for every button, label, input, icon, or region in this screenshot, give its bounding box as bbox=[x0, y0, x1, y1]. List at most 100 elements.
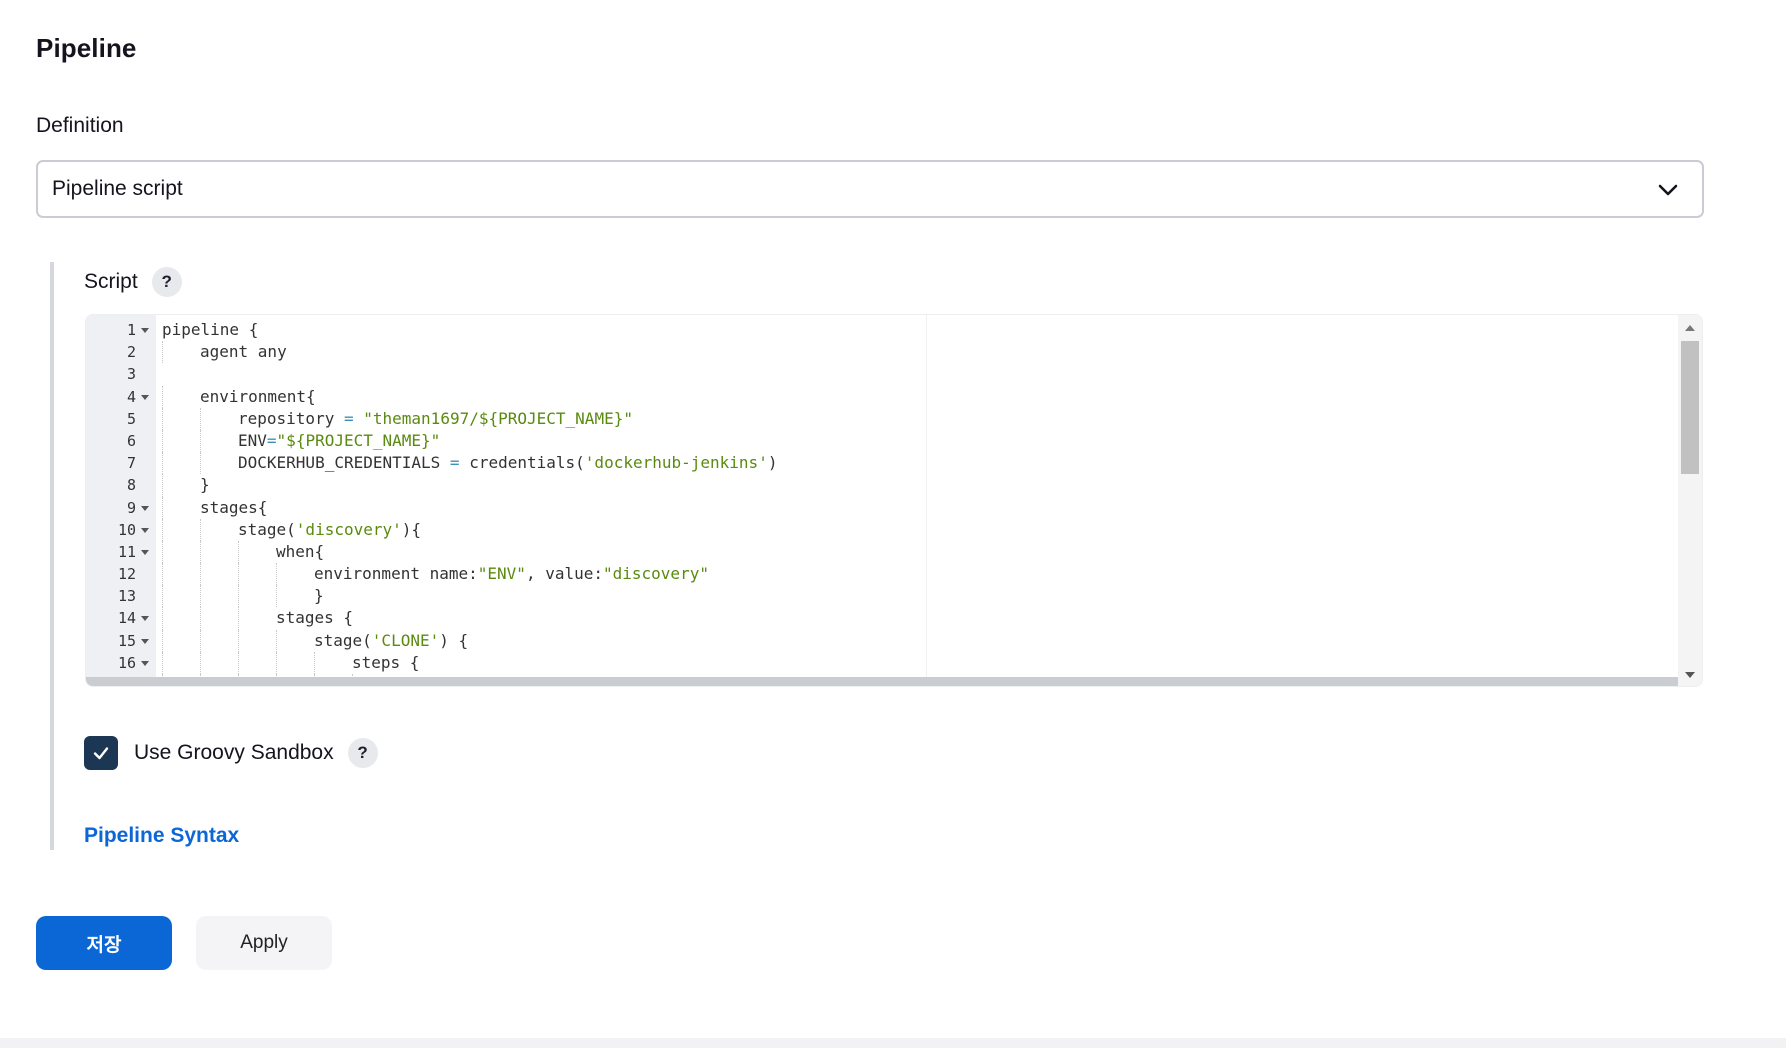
code-line[interactable]: 6 ENV="${PROJECT_NAME}" bbox=[86, 429, 1676, 453]
code-line[interactable]: 3 bbox=[86, 363, 1676, 385]
line-number: 6 bbox=[126, 431, 136, 450]
fold-arrow-icon[interactable] bbox=[141, 328, 149, 333]
pipeline-syntax-link[interactable]: Pipeline Syntax bbox=[84, 824, 239, 848]
fold-arrow-icon[interactable] bbox=[141, 549, 149, 555]
indent-guide bbox=[162, 585, 163, 608]
code-text: stage('CLONE') { bbox=[314, 630, 468, 652]
code-line[interactable]: 12 environment name:"ENV", value:"discove… bbox=[86, 563, 1676, 586]
string-token: 'dockerhub-jenkins' bbox=[584, 453, 768, 473]
indent-guide bbox=[200, 651, 201, 674]
indent-guide bbox=[200, 607, 201, 630]
indent-guide bbox=[238, 585, 239, 608]
line-number: 3 bbox=[126, 365, 136, 384]
editor-vertical-scrollbar[interactable] bbox=[1678, 315, 1702, 686]
script-field-label: Script ? bbox=[84, 267, 182, 297]
line-number: 15 bbox=[117, 631, 136, 650]
indent-guide bbox=[162, 540, 163, 564]
checkmark-icon bbox=[93, 747, 109, 760]
scroll-up-icon[interactable] bbox=[1685, 325, 1695, 331]
code-token: stage( bbox=[238, 519, 296, 539]
indent-guide bbox=[276, 585, 277, 608]
indent-guide bbox=[200, 540, 201, 564]
code-line[interactable]: 16 steps { bbox=[86, 651, 1676, 674]
code-text: environment{ bbox=[200, 386, 316, 408]
fold-arrow-icon[interactable] bbox=[141, 527, 149, 533]
code-line[interactable]: 15 stage('CLONE') { bbox=[86, 629, 1676, 652]
indent-guide bbox=[162, 407, 163, 430]
sandbox-checkbox[interactable] bbox=[84, 736, 118, 770]
code-token: repository bbox=[238, 408, 344, 428]
code-token: environment{ bbox=[200, 386, 316, 406]
indent-guide bbox=[162, 496, 163, 519]
script-help-icon[interactable]: ? bbox=[151, 267, 182, 297]
code-token: steps { bbox=[352, 652, 420, 672]
line-number: 13 bbox=[117, 587, 136, 606]
fold-arrow-icon[interactable] bbox=[141, 638, 149, 644]
code-line[interactable]: 14 stages { bbox=[86, 607, 1676, 630]
code-line[interactable]: 7 DOCKERHUB_CREDENTIALS = credentials('do… bbox=[86, 452, 1676, 475]
indent-guide bbox=[200, 563, 201, 586]
code-line[interactable]: 11 when{ bbox=[86, 540, 1676, 564]
code-token: , value: bbox=[525, 564, 603, 584]
scroll-down-icon[interactable] bbox=[1685, 672, 1695, 678]
indent-guide bbox=[200, 629, 201, 652]
code-text: agent any bbox=[200, 341, 287, 363]
line-number: 12 bbox=[117, 565, 136, 584]
editor-horizontal-scrollbar[interactable] bbox=[86, 677, 1678, 686]
line-number: 11 bbox=[117, 542, 136, 561]
line-number: 2 bbox=[126, 343, 136, 362]
save-button[interactable]: 저장 bbox=[36, 916, 172, 970]
code-line[interactable]: 10 stage('discovery'){ bbox=[86, 518, 1676, 541]
fold-arrow-icon[interactable] bbox=[141, 616, 149, 622]
operator-token: = bbox=[343, 408, 354, 428]
code-line[interactable]: 5 repository = "theman1697/${PROJECT_NAME… bbox=[86, 407, 1676, 430]
indent-guide bbox=[162, 651, 163, 674]
code-line[interactable]: 1 pipeline { bbox=[86, 319, 1676, 341]
string-token: "theman1697/${PROJECT_NAME}" bbox=[363, 408, 633, 428]
indent-guide bbox=[238, 607, 239, 630]
nested-section-border bbox=[50, 262, 54, 850]
line-number: 8 bbox=[126, 476, 136, 495]
code-token: environment name: bbox=[314, 564, 478, 584]
line-number: 10 bbox=[117, 520, 136, 539]
code-token: ){ bbox=[401, 519, 422, 539]
code-line[interactable]: 8} bbox=[86, 474, 1676, 497]
fold-arrow-icon[interactable] bbox=[141, 505, 149, 511]
script-label: Script bbox=[84, 270, 138, 293]
code-line[interactable]: 13} bbox=[86, 585, 1676, 608]
code-line[interactable]: 9 stages{ bbox=[86, 496, 1676, 519]
indent-guide bbox=[162, 607, 163, 630]
code-token: ) { bbox=[439, 630, 469, 650]
chevron-down-icon bbox=[1658, 184, 1678, 196]
sandbox-row: Use Groovy Sandbox ? bbox=[84, 736, 378, 770]
code-line[interactable]: 2 agent any bbox=[86, 341, 1676, 364]
sandbox-label[interactable]: Use Groovy Sandbox bbox=[134, 741, 334, 765]
editor-code-lines[interactable]: 1 pipeline { 2 agent any 3 4 environment{5 repo… bbox=[86, 319, 1676, 686]
fold-arrow-icon[interactable] bbox=[141, 394, 149, 400]
definition-select[interactable]: Pipeline script bbox=[36, 160, 1704, 218]
scrollbar-thumb[interactable] bbox=[1681, 341, 1699, 474]
fold-arrow-icon[interactable] bbox=[141, 660, 149, 666]
apply-button[interactable]: Apply bbox=[196, 916, 332, 970]
pipeline-config-page: Pipeline Definition Pipeline script Scri… bbox=[0, 0, 1786, 1048]
code-token: } bbox=[314, 586, 324, 606]
code-token: pipeline { bbox=[162, 320, 259, 339]
line-number: 16 bbox=[117, 653, 136, 672]
operator-token: = bbox=[266, 430, 277, 450]
string-token: 'discovery' bbox=[295, 519, 402, 539]
indent-guide bbox=[276, 629, 277, 652]
code-text: environment name:"ENV", value:"discovery… bbox=[314, 563, 709, 585]
code-text: pipeline { bbox=[162, 319, 258, 341]
indent-guide bbox=[238, 629, 239, 652]
indent-guide bbox=[238, 651, 239, 674]
code-text: ENV="${PROJECT_NAME}" bbox=[238, 430, 440, 452]
string-token: 'CLONE' bbox=[371, 630, 440, 650]
indent-guide bbox=[200, 585, 201, 608]
string-token: "${PROJECT_NAME}" bbox=[276, 430, 441, 450]
code-text: stages { bbox=[276, 607, 353, 629]
code-token: when{ bbox=[276, 541, 325, 561]
script-editor[interactable]: 1 pipeline { 2 agent any 3 4 environment{5 repo… bbox=[85, 314, 1703, 687]
sandbox-help-icon[interactable]: ? bbox=[347, 738, 378, 768]
code-line[interactable]: 4 environment{ bbox=[86, 385, 1676, 408]
